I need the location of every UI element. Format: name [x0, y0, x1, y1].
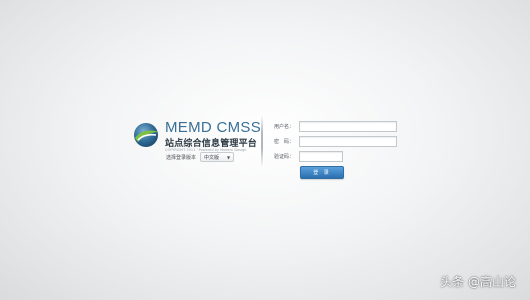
- captcha-input[interactable]: [299, 151, 343, 162]
- watermark-text: 头条 @高山论: [440, 275, 516, 289]
- chevron-down-icon: ▼: [226, 154, 231, 160]
- username-label: 用户名：: [274, 124, 295, 130]
- version-label: 选择登录版本: [166, 154, 197, 161]
- password-label: 密 码：: [274, 139, 295, 145]
- version-selected-value: 中文版: [204, 154, 220, 161]
- watermark: 头条 @高山论: [440, 273, 516, 290]
- password-input[interactable]: [299, 136, 397, 147]
- globe-swoosh-icon: [134, 123, 159, 147]
- username-input[interactable]: [299, 121, 397, 132]
- captcha-label: 验证码：: [274, 154, 295, 160]
- login-button[interactable]: 登 录: [300, 166, 344, 179]
- version-selector-row: 选择登录版本 中文版 ▼: [166, 152, 235, 162]
- brand-title: MEMD CMSS: [165, 119, 262, 136]
- version-select[interactable]: 中文版 ▼: [200, 152, 235, 162]
- vertical-divider: [261, 115, 263, 167]
